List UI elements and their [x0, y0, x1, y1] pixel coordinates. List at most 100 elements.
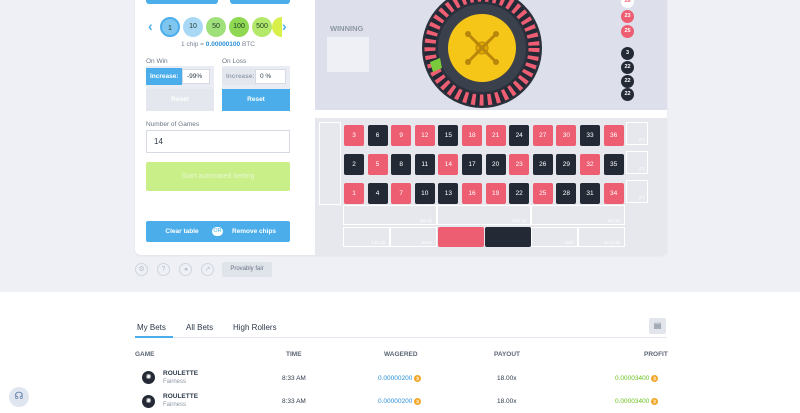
number-cell-8[interactable]: 8 [391, 154, 412, 175]
dozen-bet[interactable]: 1st 12 [343, 205, 437, 225]
coin-icon: ₿ [651, 375, 659, 382]
number-cell-28[interactable]: 28 [556, 183, 577, 204]
coin-icon: ₿ [651, 398, 659, 405]
number-cell-4[interactable]: 4 [367, 183, 388, 204]
start-autobet-button[interactable]: Start automated betting [146, 162, 290, 191]
outside-bet-high[interactable]: 19 to 36 [578, 227, 625, 247]
chip-10[interactable]: 10 [183, 17, 203, 37]
clear-table-button[interactable]: Clear table [146, 221, 218, 242]
number-cell-16[interactable]: 16 [462, 183, 482, 204]
tab-divider [135, 337, 667, 338]
row-game[interactable]: ROULETTE [163, 370, 198, 377]
provably-fair-button[interactable]: Provably fair [222, 262, 272, 277]
number-cell-12[interactable]: 12 [414, 125, 435, 146]
outside-bet-low[interactable]: 1 to 18 [343, 227, 390, 247]
number-cell-27[interactable]: 27 [532, 125, 553, 146]
number-cell-25[interactable]: 25 [532, 183, 553, 204]
gear-icon[interactable]: ⚙ [135, 263, 148, 276]
chip-1k[interactable] [272, 17, 282, 37]
table-icon[interactable]: ▤ [649, 318, 666, 334]
row-fairness[interactable]: Fairness [163, 402, 186, 408]
column-bet[interactable]: 2:1 [626, 122, 648, 145]
outside-bet-even[interactable]: Even [390, 227, 437, 247]
on-win-label: On Win [146, 58, 168, 65]
number-cell-17[interactable]: 17 [462, 154, 482, 175]
roulette-icon: ✺ [142, 395, 155, 408]
column-bet[interactable]: 2:1 [626, 151, 648, 174]
on-win-value-input[interactable]: -99% [182, 69, 210, 84]
on-win-increase-button[interactable]: Increase: [146, 68, 182, 85]
outside-bet-black[interactable] [485, 227, 531, 247]
support-icon[interactable]: ☊ [9, 387, 29, 407]
number-cell-13[interactable]: 13 [438, 183, 459, 204]
remove-chips-button[interactable]: Remove chips [218, 221, 290, 242]
coin-icon: ₿ [414, 398, 422, 405]
tab-my-bets[interactable]: My Bets [137, 323, 166, 332]
number-cell-34[interactable]: 34 [603, 183, 624, 204]
row-profit: 0.00003400 ₿ [615, 398, 659, 406]
history-ball: 22 [621, 75, 634, 88]
number-cell-32[interactable]: 32 [580, 154, 600, 175]
number-cell-21[interactable]: 21 [485, 125, 506, 146]
number-cell-26[interactable]: 26 [532, 154, 553, 175]
number-cell-36[interactable]: 36 [603, 125, 624, 146]
number-cell-30[interactable]: 30 [556, 125, 577, 146]
outside-bet-odd[interactable]: Odd [531, 227, 578, 247]
chevron-right-icon[interactable]: › [282, 18, 287, 34]
number-cell-5[interactable]: 5 [367, 154, 388, 175]
history-ball: 22 [621, 61, 634, 74]
row-payout: 18.00x [497, 375, 517, 382]
number-cell-23[interactable]: 23 [509, 154, 530, 175]
question-icon[interactable]: ? [157, 263, 170, 276]
outside-bet-red[interactable] [438, 227, 484, 247]
dozen-bet[interactable]: 3rd 12 [531, 205, 625, 225]
tab-high-rollers[interactable]: High Rollers [233, 323, 277, 332]
on-loss-label: On Loss [222, 58, 247, 65]
on-loss-reset-button[interactable]: Reset [222, 89, 290, 111]
chip-50[interactable]: 50 [206, 17, 226, 37]
number-cell-3[interactable]: 3 [344, 125, 364, 146]
roulette-wheel [422, 0, 542, 108]
number-cell-29[interactable]: 29 [556, 154, 577, 175]
number-cell-15[interactable]: 15 [438, 125, 459, 146]
chip-100[interactable]: 100 [229, 17, 249, 37]
number-cell-1[interactable]: 1 [344, 183, 364, 204]
number-cell-11[interactable]: 11 [414, 154, 435, 175]
history-ball: 22 [621, 88, 634, 101]
number-cell-19[interactable]: 19 [485, 183, 506, 204]
number-cell-24[interactable]: 24 [509, 125, 530, 146]
number-cell-20[interactable]: 20 [485, 154, 506, 175]
chart-icon[interactable]: ↗ [201, 263, 214, 276]
sound-icon[interactable]: ◂ [179, 263, 192, 276]
number-cell-31[interactable]: 31 [580, 183, 600, 204]
number-cell-2[interactable]: 2 [344, 154, 364, 175]
zero-cell[interactable] [319, 122, 341, 205]
header-game: GAME [135, 351, 155, 358]
number-cell-6[interactable]: 6 [367, 125, 388, 146]
number-cell-14[interactable]: 14 [438, 154, 459, 175]
row-fairness[interactable]: Fairness [163, 379, 186, 385]
number-cell-33[interactable]: 33 [580, 125, 600, 146]
dozen-bet[interactable]: 2nd 12 [437, 205, 531, 225]
on-loss-increase-button[interactable]: Increase: [222, 68, 255, 85]
tab-all-bets[interactable]: All Bets [186, 323, 213, 332]
row-wagered: 0.00000200 ₿ [378, 375, 422, 383]
top-left-button[interactable] [146, 0, 218, 4]
column-bet[interactable]: 2:1 [626, 180, 648, 203]
chevron-left-icon[interactable]: ‹ [148, 18, 153, 34]
games-input[interactable]: 14 [146, 130, 290, 153]
on-loss-value-input[interactable]: 0 % [255, 69, 286, 84]
row-time: 8:33 AM [282, 375, 306, 382]
row-game[interactable]: ROULETTE [163, 393, 198, 400]
top-right-button[interactable] [230, 0, 290, 4]
number-cell-18[interactable]: 18 [462, 125, 482, 146]
header-time: TIME [286, 351, 302, 358]
number-cell-7[interactable]: 7 [391, 183, 412, 204]
number-cell-9[interactable]: 9 [391, 125, 412, 146]
chip-500[interactable]: 500 [252, 17, 272, 37]
number-cell-35[interactable]: 35 [603, 154, 624, 175]
number-cell-22[interactable]: 22 [509, 183, 530, 204]
chip-1[interactable]: 1 [160, 17, 180, 37]
on-win-reset-button[interactable]: Reset [146, 89, 214, 111]
number-cell-10[interactable]: 10 [414, 183, 435, 204]
